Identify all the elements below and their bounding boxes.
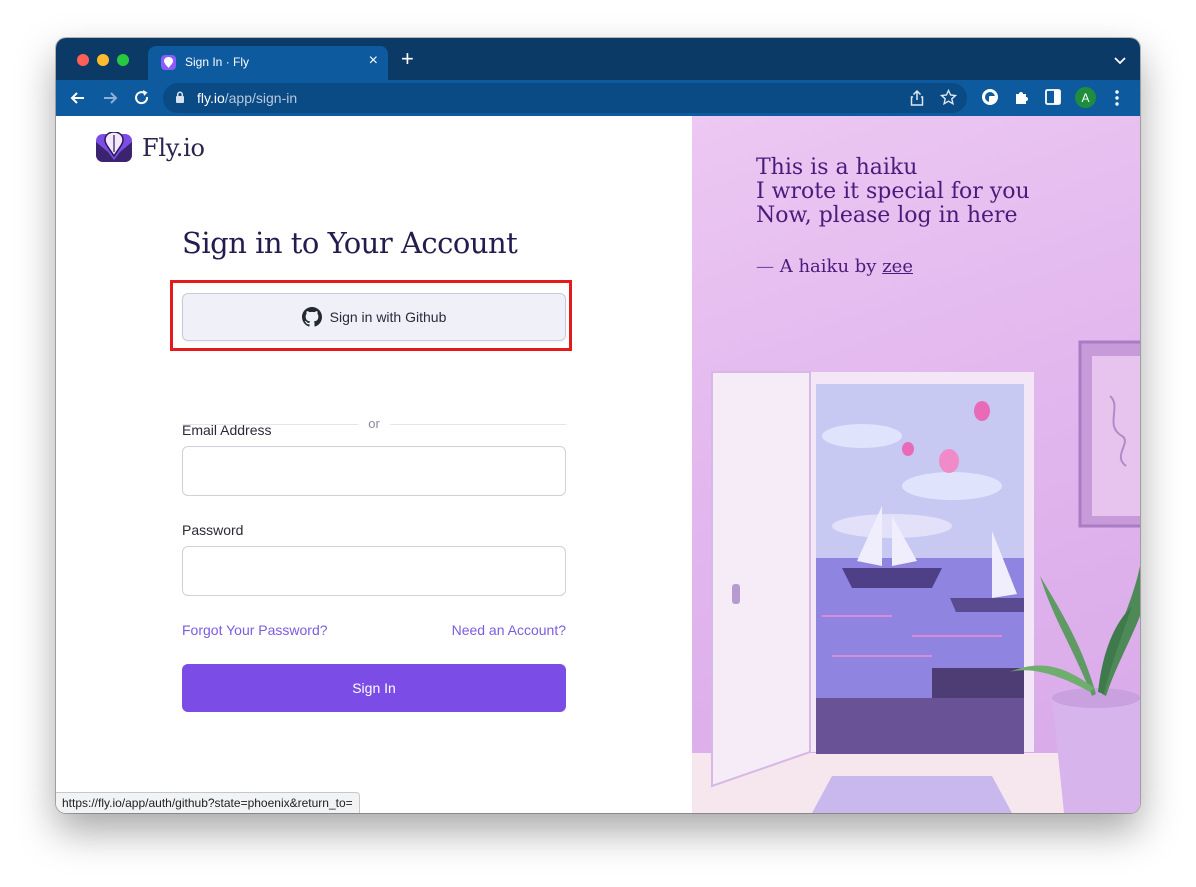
tab-title: Sign In · Fly [185,55,250,69]
haiku-line: Now, please log in here [756,203,1018,228]
divider-line-right [390,424,566,425]
back-arrow-icon[interactable] [68,88,88,108]
reload-icon[interactable] [132,88,152,108]
haiku-illustration-pane: This is a haiku I wrote it special for y… [692,116,1140,813]
browser-toolbar: fly.io/app/sign-in A [56,80,1140,116]
haiku-attribution: — A haiku by zee [756,256,913,277]
page-title: Sign in to Your Account [182,226,518,260]
github-icon [301,307,322,327]
url-path: /app/sign-in [224,90,298,106]
need-account-link[interactable]: Need an Account? [452,622,566,638]
sign-in-pane: Fly.io Sign in to Your Account Sign in w… [56,116,692,813]
address-bar[interactable]: fly.io/app/sign-in [163,83,967,113]
haiku-line: This is a haiku [756,155,918,180]
share-icon[interactable] [909,89,925,112]
github-button-label: Sign in with Github [329,309,447,325]
haiku-line: I wrote it special for you [756,179,1030,204]
minimize-window-button[interactable] [97,54,109,66]
sign-in-button[interactable]: Sign In [182,664,566,712]
bookmark-star-icon[interactable] [939,88,958,111]
email-field[interactable] [182,446,566,496]
password-label: Password [182,522,244,538]
fly-balloon-logo-icon [96,132,132,162]
profile-avatar[interactable]: A [1075,87,1096,108]
zoom-window-button[interactable] [117,54,129,66]
haiku-author-link[interactable]: zee [882,256,913,277]
forward-arrow-icon[interactable] [100,88,120,108]
forgot-password-link[interactable]: Forgot Your Password? [182,622,328,638]
extensions-puzzle-icon[interactable] [1013,88,1031,111]
github-sign-in-button[interactable]: Sign in with Github [182,293,566,341]
attribution-dash: — [756,256,774,277]
url-host: fly.io [197,90,225,106]
side-panel-icon[interactable] [1045,89,1061,110]
browser-menu-icon[interactable] [1114,90,1120,111]
brand-name: Fly.io [142,134,205,162]
email-label: Email Address [182,422,272,438]
open-door-illustration [692,340,1140,813]
fly-favicon-icon [161,55,176,70]
tab-close-icon[interactable]: × [369,52,378,70]
browser-window: Sign In · Fly × + fly.io/app/sign-in A F… [56,38,1140,813]
tab-search-chevron-icon[interactable] [1114,52,1126,70]
url-text: fly.io/app/sign-in [197,90,297,106]
attribution-prefix: A haiku by [779,256,877,277]
tab-strip: Sign In · Fly × + [56,38,1140,80]
close-window-button[interactable] [77,54,89,66]
browser-tab-active[interactable]: Sign In · Fly × [148,46,388,80]
haiku-text: This is a haiku I wrote it special for y… [756,156,1030,228]
new-tab-button[interactable]: + [401,48,414,70]
fly-logo[interactable]: Fly.io [96,132,205,164]
password-field[interactable] [182,546,566,596]
extension-badge-icon[interactable] [981,88,999,111]
status-bar-url: https://fly.io/app/auth/github?state=pho… [56,792,360,813]
page-content: Fly.io Sign in to Your Account Sign in w… [56,116,1140,813]
lock-icon[interactable] [175,91,185,109]
